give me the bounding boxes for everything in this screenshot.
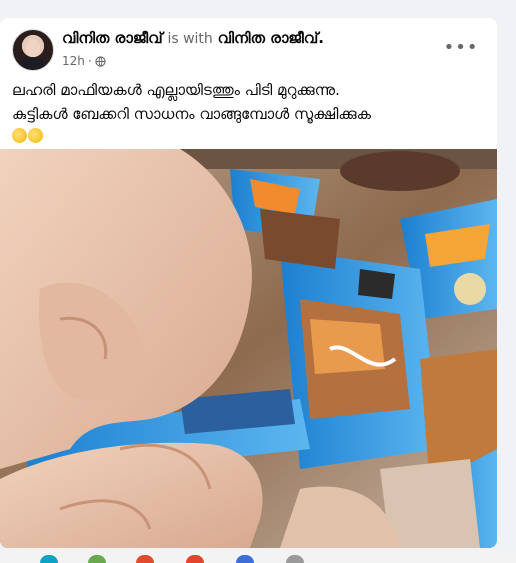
post-meta: 12h · bbox=[62, 54, 106, 68]
more-icon[interactable]: ••• bbox=[444, 31, 478, 63]
post-text-line: ലഹരി മാഫിയകൾ എല്ലായിടത്തും പിടി മുറുക്കു… bbox=[12, 81, 340, 99]
post-photo[interactable] bbox=[0, 149, 497, 548]
post-text: ലഹരി മാഫിയകൾ എല്ലായിടത്തും പിടി മുറുക്കു… bbox=[12, 78, 481, 150]
taskbar-app-icon[interactable] bbox=[40, 555, 58, 563]
avatar-face bbox=[26, 39, 40, 57]
post-time[interactable]: 12h bbox=[62, 54, 85, 68]
taskbar-app-icon[interactable] bbox=[136, 555, 154, 563]
tagged-name[interactable]: വിനിത രാജീവ്. bbox=[218, 29, 324, 47]
author-line: വിനിത രാജീവ് is with വിനിത രാജീവ്. bbox=[62, 29, 324, 47]
post-card: വിനിത രാജീവ് is with വിനിത രാജീവ്. 12h ·… bbox=[0, 18, 497, 548]
taskbar bbox=[0, 550, 516, 563]
taskbar-app-icon[interactable] bbox=[286, 555, 304, 563]
post-header: വിനിത രാജീവ് is with വിനിത രാജീവ്. 12h ·… bbox=[12, 29, 485, 73]
globe-icon[interactable] bbox=[95, 55, 106, 67]
emoji-group bbox=[12, 128, 43, 143]
photo-image bbox=[0, 149, 497, 548]
with-text: is with bbox=[167, 31, 213, 47]
thinking-face-icon bbox=[12, 128, 27, 143]
taskbar-app-icon[interactable] bbox=[186, 555, 204, 563]
avatar-shirt bbox=[19, 58, 47, 70]
post-text-line: കുട്ടികൾ ബേക്കറി സാധനം വാങ്ങുമ്പോൾ സൂക്ഷ… bbox=[12, 105, 371, 123]
taskbar-app-icon[interactable] bbox=[88, 555, 106, 563]
author-avatar[interactable] bbox=[12, 29, 54, 71]
thinking-face-icon bbox=[28, 128, 43, 143]
taskbar-app-icon[interactable] bbox=[236, 555, 254, 563]
author-name[interactable]: വിനിത രാജീവ് bbox=[62, 29, 163, 47]
